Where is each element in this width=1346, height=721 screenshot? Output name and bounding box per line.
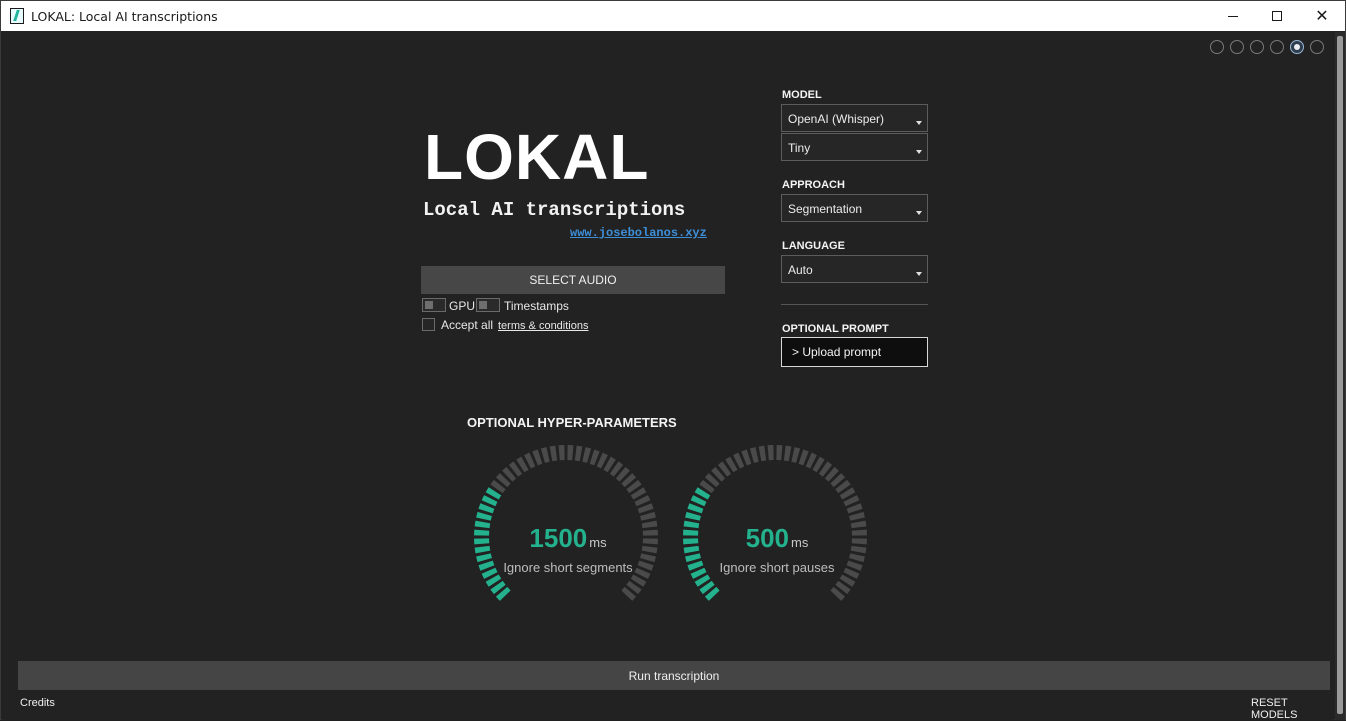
divider	[781, 304, 928, 305]
language-select[interactable]: Auto	[781, 255, 928, 283]
page-dot[interactable]	[1270, 40, 1284, 54]
minimize-button[interactable]	[1210, 1, 1256, 31]
model-size-value: Tiny	[788, 141, 811, 155]
chevron-down-icon	[916, 211, 922, 215]
gauge-segment-filled	[478, 503, 495, 514]
close-icon: ✕	[1315, 8, 1329, 25]
gauge-segment	[532, 449, 543, 466]
page-dot[interactable]	[1250, 40, 1264, 54]
gauge-segment-filled	[685, 511, 701, 521]
scrollbar-thumb[interactable]	[1337, 36, 1343, 714]
gauge-segment-filled	[687, 503, 704, 514]
terms-link[interactable]: terms & conditions	[498, 320, 588, 332]
accept-label: Accept all	[441, 318, 494, 332]
pauses-value: 500	[745, 523, 790, 553]
model-heading: MODEL	[782, 89, 822, 101]
timestamps-toggle-knob	[479, 301, 487, 309]
segments-value: 1500	[529, 523, 588, 553]
gpu-label: GPU	[449, 299, 476, 313]
gauge-segment	[791, 447, 801, 463]
gpu-toggle[interactable]	[422, 298, 446, 312]
maximize-icon	[1272, 11, 1282, 21]
gauge-segment	[776, 445, 783, 461]
run-transcription-button[interactable]: Run transcription	[18, 661, 1330, 690]
language-heading: LANGUAGE	[782, 240, 845, 252]
hyper-parameters-title: OPTIONAL HYPER-PARAMETERS	[467, 415, 677, 430]
title-bar: LOKAL: Local AI transcriptions ✕	[1, 1, 1345, 31]
close-button[interactable]: ✕	[1299, 1, 1345, 31]
pauses-unit: ms	[791, 535, 809, 550]
app-window: LOKAL: Local AI transcriptions ✕ LOKAL L…	[0, 0, 1346, 721]
gauge-segment	[549, 445, 558, 462]
gauge-segment	[567, 445, 574, 461]
gauge-segment	[741, 449, 752, 466]
chevron-down-icon	[916, 121, 922, 125]
upload-prompt-button[interactable]: > Upload prompt	[781, 337, 928, 367]
page-dot[interactable]	[1290, 40, 1304, 54]
approach-select[interactable]: Segmentation	[781, 194, 928, 222]
credits-link[interactable]: Credits	[20, 697, 55, 709]
segments-label: Ignore short segments	[503, 560, 633, 575]
pauses-label: Ignore short pauses	[719, 560, 835, 575]
prompt-heading: OPTIONAL PROMPT	[782, 323, 889, 335]
page-dot[interactable]	[1230, 40, 1244, 54]
chevron-down-icon	[916, 272, 922, 276]
minimize-icon	[1228, 15, 1238, 17]
model-select-value: OpenAI (Whisper)	[788, 112, 885, 126]
gauge-segment	[758, 445, 767, 462]
segments-unit: ms	[589, 535, 607, 550]
model-select[interactable]: OpenAI (Whisper)	[781, 104, 928, 132]
segments-gauge-value: 1500 ms	[468, 523, 668, 554]
app-logo-text: LOKAL	[424, 121, 650, 193]
approach-heading: APPROACH	[782, 179, 845, 191]
gauge-segment	[558, 445, 565, 461]
gauge-segment	[640, 511, 656, 521]
gauge-segment	[749, 447, 759, 463]
gauge-segment	[574, 445, 583, 462]
gauge-segment	[589, 449, 600, 466]
main-content: LOKAL Local AI transcriptions www.josebo…	[2, 32, 1334, 721]
app-logo-icon	[10, 8, 24, 24]
page-dot[interactable]	[1310, 40, 1324, 54]
gauge-segment	[846, 503, 863, 514]
pauses-gauge[interactable]: 500 ms Ignore short pauses	[677, 439, 877, 629]
window-title: LOKAL: Local AI transcriptions	[31, 9, 218, 24]
gauge-segment	[582, 447, 592, 463]
pauses-gauge-value: 500 ms	[677, 523, 877, 554]
segments-gauge[interactable]: 1500 ms Ignore short segments	[468, 439, 668, 629]
gauge-segment	[637, 503, 654, 514]
gauge-segment	[783, 445, 792, 462]
accept-terms-checkbox[interactable]	[422, 318, 435, 331]
scrollbar[interactable]	[1335, 32, 1345, 720]
gauge-segment	[798, 449, 809, 466]
gauge-segment	[540, 447, 550, 463]
gauge-segment	[767, 445, 774, 461]
timestamps-toggle[interactable]	[476, 298, 500, 312]
model-size-select[interactable]: Tiny	[781, 133, 928, 161]
app-subtitle: Local AI transcriptions	[423, 199, 686, 221]
maximize-button[interactable]	[1254, 1, 1300, 31]
gauge-segment	[849, 511, 865, 521]
gpu-toggle-knob	[425, 301, 433, 309]
timestamps-label: Timestamps	[504, 299, 569, 313]
page-dot[interactable]	[1210, 40, 1224, 54]
approach-select-value: Segmentation	[788, 202, 863, 216]
website-link[interactable]: www.josebolanos.xyz	[570, 226, 707, 240]
chevron-down-icon	[916, 150, 922, 154]
language-select-value: Auto	[788, 263, 813, 277]
page-indicator	[1210, 40, 1324, 54]
gauge-segment-filled	[476, 511, 492, 521]
reset-models-button[interactable]: RESET MODELS	[1251, 697, 1334, 721]
select-audio-button[interactable]: SELECT AUDIO	[421, 266, 725, 294]
